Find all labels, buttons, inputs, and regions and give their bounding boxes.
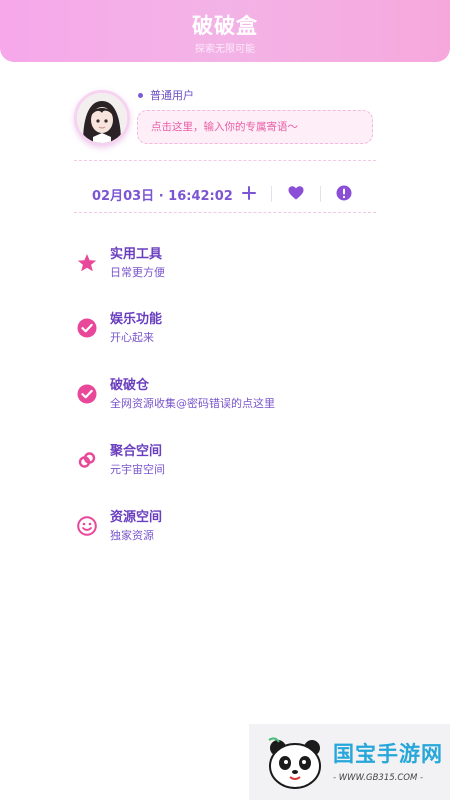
menu-item-desc: 日常更方便	[110, 266, 165, 279]
menu-item-resources[interactable]: 资源空间 独家资源	[74, 506, 374, 554]
panda-logo-icon	[268, 737, 321, 789]
avatar[interactable]	[74, 90, 130, 146]
menu-item-desc: 元宇宙空间	[110, 463, 165, 476]
app-subtitle: 探索无限可能	[195, 44, 255, 55]
divider-top	[74, 160, 376, 161]
menu-item-title: 娱乐功能	[110, 312, 163, 327]
watermark-brand: 国宝手游网	[333, 742, 443, 766]
alert-icon[interactable]	[335, 184, 353, 202]
app-header: 破破盒 探索无限可能	[0, 0, 450, 64]
watermark: 国宝手游网 - WWW.GB315.COM -	[249, 724, 450, 800]
app-title: 破破盒	[192, 14, 258, 38]
heart-icon[interactable]	[287, 184, 305, 202]
menu-item-desc: 全网资源收集@密码错误的点这里	[110, 397, 275, 410]
user-type-label: 普通用户	[150, 89, 194, 102]
action-separator	[271, 186, 272, 202]
check-circle-icon	[77, 384, 97, 404]
link-icon	[78, 452, 96, 468]
menu-item-title: 聚合空间	[110, 444, 163, 459]
star-icon	[77, 254, 97, 272]
plus-icon[interactable]	[240, 184, 258, 202]
menu-item-title: 实用工具	[110, 247, 163, 262]
menu-item-popocang[interactable]: 破破仓 全网资源收集@密码错误的点这里	[74, 374, 374, 422]
divider-bottom	[74, 212, 376, 213]
menu-item-title: 破破仓	[110, 378, 150, 393]
menu-item-entertainment[interactable]: 娱乐功能 开心起来	[74, 308, 374, 356]
menu-item-title: 资源空间	[110, 510, 163, 525]
avatar-image	[77, 93, 127, 143]
smile-icon	[77, 516, 97, 536]
motto-input[interactable]: 点击这里，输入你的专属寄语～	[137, 110, 373, 144]
menu-item-tools[interactable]: 实用工具 日常更方便	[74, 243, 374, 291]
user-type-badge: 普通用户	[138, 87, 194, 103]
action-separator	[320, 186, 321, 202]
menu-item-desc: 独家资源	[110, 529, 154, 542]
datetime-display: 02月03日 · 16:42:02	[92, 189, 233, 204]
user-dot-icon	[138, 92, 143, 98]
menu-item-desc: 开心起来	[110, 331, 154, 344]
watermark-url: - WWW.GB315.COM -	[333, 773, 424, 783]
check-circle-icon	[77, 318, 97, 338]
menu-item-aggregate[interactable]: 聚合空间 元宇宙空间	[74, 440, 374, 488]
